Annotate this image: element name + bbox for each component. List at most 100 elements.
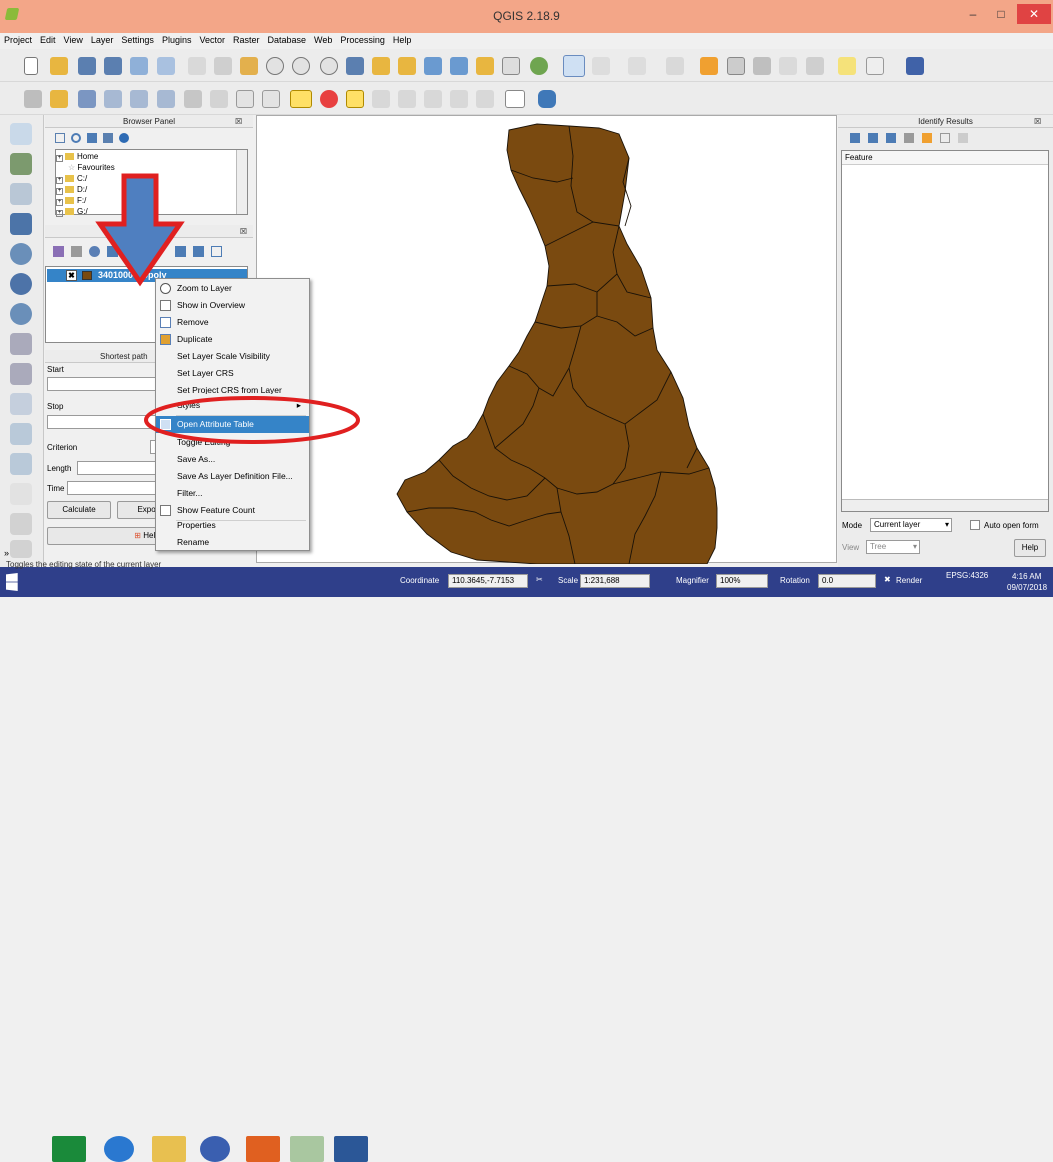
add-oracle-icon[interactable] [10, 453, 32, 475]
layers-panel-close[interactable]: ☒ [240, 227, 247, 236]
field-calculator-icon[interactable] [727, 57, 745, 75]
browser-item-g[interactable]: + G:/ [56, 206, 247, 217]
close-button[interactable]: ✕ [1017, 4, 1051, 24]
zoom-selection-icon[interactable] [372, 57, 390, 75]
ie-app-icon[interactable] [104, 1136, 134, 1162]
bookmarks-icon[interactable] [502, 57, 520, 75]
menu-styles[interactable]: Styles ▸ [156, 397, 309, 414]
deselect-icon[interactable] [628, 57, 646, 75]
map-canvas[interactable] [256, 115, 837, 564]
panel-collapse-icon[interactable]: » [4, 548, 9, 558]
change-label-icon[interactable] [450, 90, 468, 108]
help-contents-icon[interactable] [906, 57, 924, 75]
menu-database[interactable]: Database [264, 33, 311, 45]
lock-icon[interactable]: ✂ [536, 575, 543, 584]
menu-web[interactable]: Web [310, 33, 336, 45]
map-tips-icon[interactable] [838, 57, 856, 75]
browser-collapse-icon[interactable] [103, 133, 113, 143]
menu-duplicate[interactable]: Duplicate [156, 331, 309, 348]
select-features-icon[interactable] [592, 57, 610, 75]
minimize-button[interactable]: – [960, 4, 986, 24]
add-wcs-icon[interactable] [10, 273, 32, 295]
expand-all-icon[interactable] [175, 246, 186, 257]
raster-tool-icon[interactable] [10, 540, 32, 558]
menu-properties[interactable]: Properties [156, 517, 309, 534]
browser-refresh-icon[interactable] [71, 133, 81, 143]
pan-to-selection-icon[interactable] [240, 57, 258, 75]
paste-features-icon[interactable] [262, 90, 280, 108]
node-tool-icon[interactable] [130, 90, 148, 108]
add-group-icon[interactable] [71, 246, 82, 257]
menu-vector[interactable]: Vector [195, 33, 229, 45]
zoom-in-icon[interactable] [266, 57, 284, 75]
menu-settings[interactable]: Settings [117, 33, 158, 45]
menu-raster[interactable]: Raster [229, 33, 264, 45]
delete-selected-icon[interactable] [184, 90, 202, 108]
view-select[interactable]: Tree ▾ [866, 540, 920, 554]
cut-features-icon[interactable] [210, 90, 228, 108]
crs-label[interactable]: EPSG:4326 [946, 571, 988, 580]
current-edits-icon[interactable] [24, 90, 42, 108]
menu-zoom-to-layer[interactable]: Zoom to Layer [156, 280, 309, 297]
expand-tree-icon[interactable] [850, 133, 860, 143]
menu-remove[interactable]: Remove [156, 314, 309, 331]
layers-filter-icon[interactable] [107, 246, 118, 257]
windows-start-icon[interactable] [6, 573, 18, 591]
save-as-icon[interactable] [104, 57, 122, 75]
style-layer-icon[interactable] [53, 246, 64, 257]
zoom-last-icon[interactable] [424, 57, 442, 75]
browser-filter-icon[interactable] [87, 133, 97, 143]
auto-open-checkbox[interactable] [970, 520, 980, 530]
highlight-feature-icon[interactable] [922, 133, 932, 143]
new-map-view-icon[interactable] [476, 57, 494, 75]
menu-filter[interactable]: Filter... [156, 485, 309, 502]
copy-feature-icon[interactable] [940, 133, 950, 143]
identify-help-button[interactable]: Help [1014, 539, 1046, 557]
identify-results-close[interactable]: ☒ [1034, 115, 1041, 128]
menu-toggle-editing[interactable]: Toggle Editing [156, 434, 309, 451]
menu-set-project-crs[interactable]: Set Project CRS from Layer [156, 382, 309, 394]
open-attribute-table-icon[interactable] [700, 57, 718, 75]
add-wfs-icon[interactable] [10, 303, 32, 325]
math-app-icon[interactable] [200, 1136, 230, 1162]
menu-rename[interactable]: Rename [156, 534, 309, 551]
refresh-icon[interactable] [530, 57, 548, 75]
menu-save-as-layer-definition[interactable]: Save As Layer Definition File... [156, 468, 309, 485]
rotation-field[interactable]: 0.0 [818, 574, 876, 588]
add-virtual-layer-icon[interactable] [10, 363, 32, 385]
label-icon[interactable] [290, 90, 312, 108]
add-wms-icon[interactable] [10, 243, 32, 265]
menu-open-attribute-table[interactable]: Open Attribute Table [156, 416, 309, 433]
save-project-icon[interactable] [78, 57, 96, 75]
measure-line-icon[interactable] [806, 57, 824, 75]
add-selected-icon[interactable] [55, 133, 65, 143]
add-spatialite-icon[interactable] [10, 183, 32, 205]
rotate-label-icon[interactable] [424, 90, 442, 108]
toggle-editing-icon[interactable] [50, 90, 68, 108]
office-app-icon[interactable] [246, 1136, 280, 1162]
python-console-icon[interactable] [538, 90, 556, 108]
menu-layer[interactable]: Layer [87, 33, 118, 45]
zoom-full-icon[interactable] [346, 57, 364, 75]
touch-icon[interactable] [188, 57, 206, 75]
save-edits-icon[interactable] [78, 90, 96, 108]
store-app-icon[interactable] [52, 1136, 86, 1162]
menu-save-as[interactable]: Save As... [156, 451, 309, 468]
menu-edit[interactable]: Edit [36, 33, 60, 45]
qgis-taskbar-icon[interactable] [290, 1136, 324, 1162]
menu-view[interactable]: View [60, 33, 87, 45]
zoom-out-icon[interactable] [292, 57, 310, 75]
zoom-native-icon[interactable] [320, 57, 338, 75]
remove-layer-icon[interactable] [211, 246, 222, 257]
browser-panel-close[interactable]: ☒ [235, 115, 242, 128]
add-mssql-icon[interactable] [10, 423, 32, 445]
new-shapefile-icon[interactable] [10, 393, 32, 415]
identify-hscrollbar[interactable] [842, 499, 1048, 511]
maximize-button[interactable]: □ [988, 4, 1014, 24]
calculate-button[interactable]: Calculate [47, 501, 111, 519]
sum-icon[interactable] [779, 57, 797, 75]
statistics-icon[interactable] [753, 57, 771, 75]
text-annotation-icon[interactable] [866, 57, 884, 75]
menu-help[interactable]: Help [389, 33, 416, 45]
add-vector-layer-icon[interactable] [10, 123, 32, 145]
